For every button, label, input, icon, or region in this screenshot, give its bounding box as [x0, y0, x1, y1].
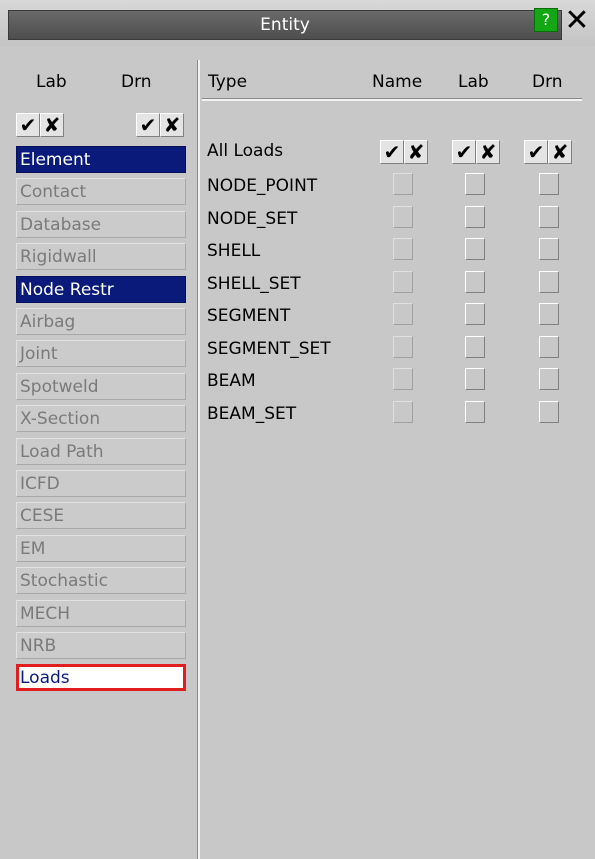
category-item-spotweld[interactable]: Spotweld: [16, 372, 186, 400]
drn-checkbox[interactable]: [539, 335, 559, 358]
name-check-all-button[interactable]: ✔: [380, 140, 404, 164]
category-item-database[interactable]: Database: [16, 210, 186, 238]
load-type-label: SHELL: [207, 241, 261, 261]
drn-loads-clear-all-button[interactable]: ✘: [548, 140, 572, 164]
drn-checkbox[interactable]: [539, 270, 559, 293]
right-header-name: Name: [372, 72, 423, 92]
name-checkbox[interactable]: [393, 173, 413, 195]
category-item-airbag[interactable]: Airbag: [16, 308, 186, 335]
category-item-nrb[interactable]: NRB: [16, 632, 186, 659]
lab-check-all-button[interactable]: ✔: [16, 113, 40, 137]
load-type-label: NODE_POINT: [207, 176, 318, 196]
drn-check-all-button[interactable]: ✔: [136, 113, 160, 137]
category-item-cese[interactable]: CESE: [16, 502, 186, 530]
load-type-label: NODE_SET: [207, 208, 298, 229]
category-item-node-restr[interactable]: Node Restr: [16, 275, 186, 303]
lab-checkbox[interactable]: [465, 270, 485, 293]
header-divider: [202, 98, 582, 101]
panel-divider: [197, 60, 200, 859]
name-checkbox[interactable]: [393, 335, 413, 358]
load-type-label: SEGMENT: [207, 306, 291, 326]
load-type-label: SHELL_SET: [207, 273, 301, 294]
drn-checkbox[interactable]: [539, 303, 559, 325]
drn-checkbox[interactable]: [539, 205, 559, 228]
category-item-icfd[interactable]: ICFD: [16, 470, 186, 497]
load-type-label: SEGMENT_SET: [207, 338, 331, 359]
category-item-em[interactable]: EM: [16, 534, 186, 562]
category-item-x-section[interactable]: X-Section: [16, 405, 186, 433]
category-item-rigidwall[interactable]: Rigidwall: [16, 243, 186, 271]
drn-checkbox[interactable]: [539, 173, 559, 195]
name-checkbox[interactable]: [393, 368, 413, 390]
left-header-drn: Drn: [121, 72, 152, 92]
category-item-load-path[interactable]: Load Path: [16, 437, 186, 465]
name-checkbox[interactable]: [393, 238, 413, 260]
drn-checkbox[interactable]: [539, 400, 559, 423]
category-item-joint[interactable]: Joint: [16, 340, 186, 368]
lab-loads-clear-all-button[interactable]: ✘: [476, 140, 500, 164]
lab-checkbox[interactable]: [465, 335, 485, 358]
load-type-label: BEAM: [207, 371, 256, 391]
right-header-type: Type: [208, 72, 248, 92]
lab-checkbox[interactable]: [465, 173, 485, 195]
all-loads-label: All Loads: [207, 141, 284, 161]
category-item-contact[interactable]: Contact: [16, 178, 186, 206]
name-checkbox[interactable]: [393, 303, 413, 325]
lab-checkbox[interactable]: [465, 205, 485, 228]
drn-clear-all-button[interactable]: ✘: [160, 113, 184, 137]
name-checkbox[interactable]: [393, 400, 413, 423]
close-icon[interactable]: ✕: [562, 6, 592, 36]
lab-loads-check-all-button[interactable]: ✔: [452, 140, 476, 164]
category-item-mech[interactable]: MECH: [16, 599, 186, 627]
category-item-loads[interactable]: Loads: [16, 664, 186, 692]
lab-clear-all-button[interactable]: ✘: [40, 113, 64, 137]
lab-checkbox[interactable]: [465, 400, 485, 423]
name-checkbox[interactable]: [393, 205, 413, 228]
window-title: Entity: [8, 10, 562, 40]
title-bar: Entity ? ✕: [0, 0, 595, 46]
drn-checkbox[interactable]: [539, 238, 559, 260]
drn-checkbox[interactable]: [539, 368, 559, 390]
category-item-element[interactable]: Element: [16, 146, 186, 173]
lab-checkbox[interactable]: [465, 303, 485, 325]
lab-checkbox[interactable]: [465, 368, 485, 390]
lab-checkbox[interactable]: [465, 238, 485, 260]
category-item-stochastic[interactable]: Stochastic: [16, 567, 186, 595]
right-header-lab: Lab: [458, 72, 489, 92]
left-header-lab: Lab: [36, 72, 67, 92]
load-type-label: BEAM_SET: [207, 403, 297, 424]
name-checkbox[interactable]: [393, 270, 413, 293]
right-header-drn: Drn: [532, 72, 563, 92]
help-button[interactable]: ?: [534, 8, 558, 32]
name-clear-all-button[interactable]: ✘: [404, 140, 428, 164]
drn-loads-check-all-button[interactable]: ✔: [524, 140, 548, 164]
